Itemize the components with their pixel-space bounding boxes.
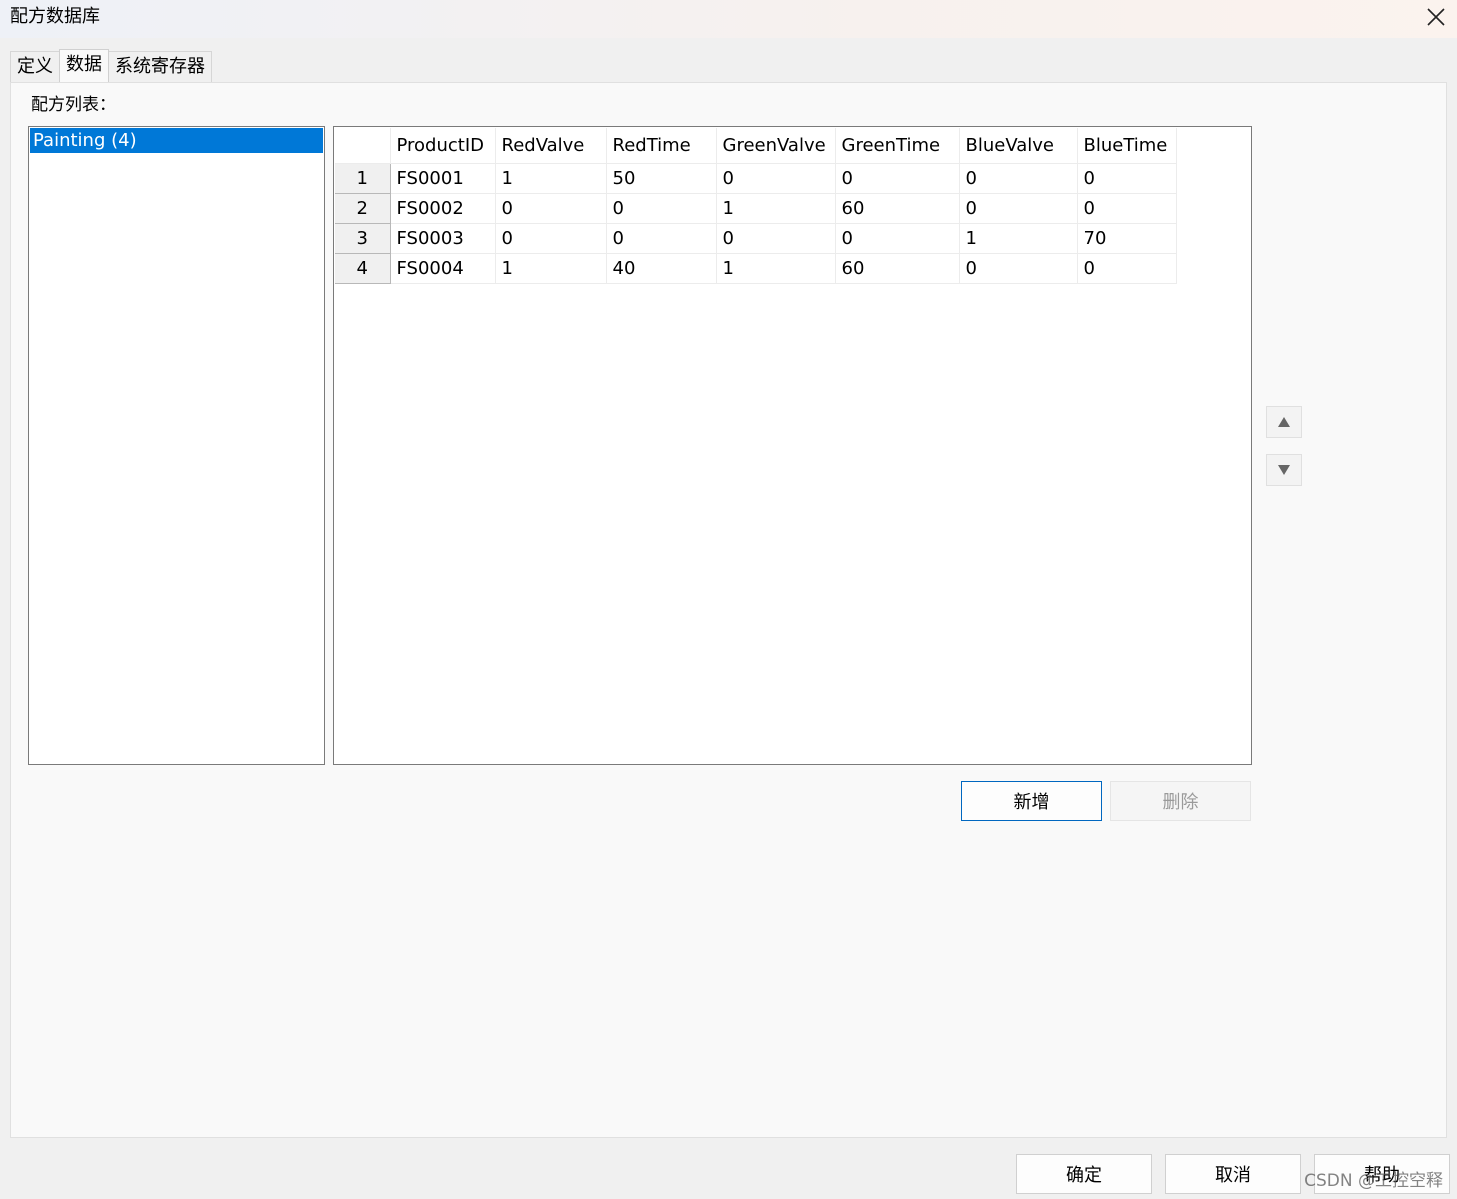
table-cell[interactable]: 0 bbox=[606, 193, 717, 224]
tab-strip: 定义 数据 系统寄存器 bbox=[10, 49, 212, 82]
table-cell[interactable]: FS0003 bbox=[390, 223, 496, 254]
table-cell[interactable]: 1 bbox=[495, 253, 607, 284]
row-header[interactable]: 3 bbox=[335, 223, 391, 254]
column-header-redvalve[interactable]: RedValve bbox=[495, 128, 607, 164]
table-row: 1 FS0001 1 50 0 0 0 0 bbox=[335, 163, 1177, 194]
table-row: 2 FS0002 0 0 1 60 0 0 bbox=[335, 193, 1177, 224]
table-cell[interactable]: FS0001 bbox=[390, 163, 496, 194]
table-row: 4 FS0004 1 40 1 60 0 0 bbox=[335, 253, 1177, 284]
watermark: CSDN @工控空释 bbox=[1304, 1171, 1443, 1191]
table-cell[interactable]: 1 bbox=[716, 253, 836, 284]
table-cell[interactable]: 0 bbox=[1077, 253, 1177, 284]
table-cell[interactable]: 50 bbox=[606, 163, 717, 194]
recipe-database-dialog: 配方数据库 定义 数据 系统寄存器 配方列表： Painting (4) Pro… bbox=[0, 0, 1457, 1199]
ok-button[interactable]: 确定 bbox=[1016, 1154, 1152, 1194]
window-title: 配方数据库 bbox=[10, 6, 100, 27]
triangle-up-icon bbox=[1278, 417, 1290, 427]
column-header-greentime[interactable]: GreenTime bbox=[835, 128, 960, 164]
table-cell[interactable]: 60 bbox=[835, 253, 960, 284]
column-header-greenvalve[interactable]: GreenValve bbox=[716, 128, 836, 164]
tab-system-registers[interactable]: 系统寄存器 bbox=[108, 51, 212, 82]
table-cell[interactable]: 0 bbox=[835, 163, 960, 194]
table-row: 3 FS0003 0 0 0 0 1 70 bbox=[335, 223, 1177, 254]
table-cell[interactable]: 0 bbox=[716, 163, 836, 194]
triangle-down-icon bbox=[1278, 465, 1290, 475]
recipe-data-grid[interactable]: ProductID RedValve RedTime GreenValve Gr… bbox=[333, 126, 1252, 765]
table-cell[interactable]: 40 bbox=[606, 253, 717, 284]
table-cell[interactable]: FS0002 bbox=[390, 193, 496, 224]
table-cell[interactable]: 1 bbox=[495, 163, 607, 194]
recipe-list-label: 配方列表： bbox=[31, 95, 116, 115]
table-cell[interactable]: 0 bbox=[835, 223, 960, 254]
delete-button[interactable]: 删除 bbox=[1110, 781, 1251, 821]
table-cell[interactable]: 0 bbox=[959, 163, 1078, 194]
corner-cell[interactable] bbox=[335, 128, 391, 164]
move-up-button[interactable] bbox=[1266, 406, 1302, 438]
table-cell[interactable]: 0 bbox=[959, 253, 1078, 284]
add-button[interactable]: 新增 bbox=[961, 781, 1102, 821]
close-icon bbox=[1427, 8, 1445, 26]
table-cell[interactable]: FS0004 bbox=[390, 253, 496, 284]
recipe-list-item-painting[interactable]: Painting (4) bbox=[30, 128, 323, 153]
table-cell[interactable]: 1 bbox=[959, 223, 1078, 254]
data-tab-panel: 配方列表： Painting (4) ProductID RedValve Re… bbox=[10, 82, 1447, 1138]
data-table: ProductID RedValve RedTime GreenValve Gr… bbox=[335, 128, 1177, 284]
table-cell[interactable]: 0 bbox=[1077, 193, 1177, 224]
table-cell[interactable]: 0 bbox=[495, 223, 607, 254]
column-header-productid[interactable]: ProductID bbox=[390, 128, 496, 164]
column-header-redtime[interactable]: RedTime bbox=[606, 128, 717, 164]
table-header-row: ProductID RedValve RedTime GreenValve Gr… bbox=[335, 128, 1177, 164]
row-header[interactable]: 2 bbox=[335, 193, 391, 224]
table-cell[interactable]: 70 bbox=[1077, 223, 1177, 254]
table-cell[interactable]: 0 bbox=[495, 193, 607, 224]
cancel-button[interactable]: 取消 bbox=[1165, 1154, 1301, 1194]
table-cell[interactable]: 60 bbox=[835, 193, 960, 224]
column-header-bluetime[interactable]: BlueTime bbox=[1077, 128, 1177, 164]
table-cell[interactable]: 0 bbox=[716, 223, 836, 254]
title-bar: 配方数据库 bbox=[0, 0, 1457, 38]
table-cell[interactable]: 0 bbox=[959, 193, 1078, 224]
recipe-list[interactable]: Painting (4) bbox=[28, 126, 325, 765]
column-header-bluevalve[interactable]: BlueValve bbox=[959, 128, 1078, 164]
tab-definition[interactable]: 定义 bbox=[10, 51, 60, 82]
table-cell[interactable]: 0 bbox=[1077, 163, 1177, 194]
tab-data[interactable]: 数据 bbox=[59, 49, 109, 82]
table-cell[interactable]: 0 bbox=[606, 223, 717, 254]
close-button[interactable] bbox=[1421, 2, 1451, 32]
move-down-button[interactable] bbox=[1266, 454, 1302, 486]
row-header[interactable]: 1 bbox=[335, 163, 391, 194]
row-header[interactable]: 4 bbox=[335, 253, 391, 284]
table-cell[interactable]: 1 bbox=[716, 193, 836, 224]
